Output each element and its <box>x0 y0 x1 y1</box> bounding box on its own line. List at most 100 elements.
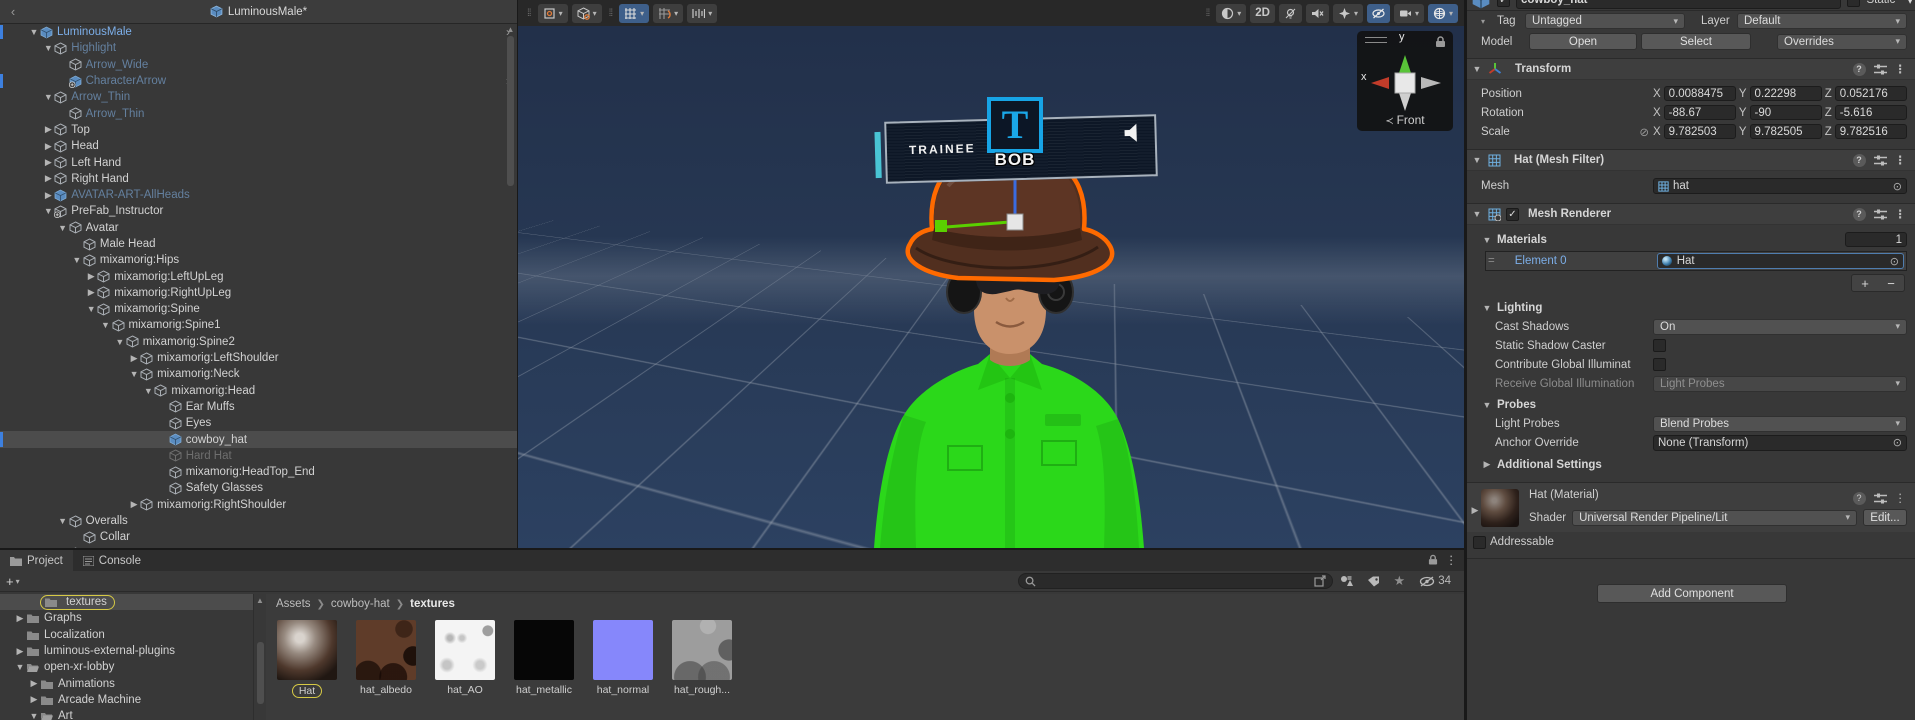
asset-thumbnail[interactable] <box>356 620 416 680</box>
scale-x-field[interactable]: 9.782503 <box>1664 124 1736 139</box>
presets-icon[interactable] <box>1874 209 1887 220</box>
foldout-arrow[interactable]: ▶ <box>28 678 40 689</box>
orientation-gizmo[interactable]: y x ≺ Front <box>1357 31 1453 131</box>
gizmo-x-axis[interactable] <box>1371 77 1389 89</box>
asset-thumbnail[interactable] <box>593 620 653 680</box>
hierarchy-row-male-head[interactable]: Male Head <box>0 236 517 252</box>
add-component-button[interactable]: Add Component <box>1597 584 1787 603</box>
constrain-proportions-icon[interactable]: ⊘ <box>1639 125 1649 139</box>
prefab-expand-arrow[interactable]: ▾ <box>1481 17 1493 26</box>
asset-hat-rough-[interactable]: hat_rough... <box>671 620 733 698</box>
hierarchy-row-hard-hat[interactable]: Hard Hat <box>0 448 517 464</box>
foldout-arrow[interactable]: ▼ <box>71 255 83 265</box>
foldout-arrow[interactable]: ▶ <box>85 287 97 298</box>
scale-z-field[interactable]: 9.782516 <box>1835 124 1907 139</box>
contribute-gi-checkbox[interactable] <box>1653 358 1666 371</box>
foldout-arrow[interactable]: ▶ <box>128 499 140 510</box>
additional-settings-foldout[interactable]: ▶ <box>1481 459 1493 470</box>
hierarchy-row-mixamorig-neck[interactable]: ▼mixamorig:Neck <box>0 366 517 382</box>
hierarchy-row-mixamorig-headtop-end[interactable]: mixamorig:HeadTop_End <box>0 464 517 480</box>
breadcrumb-cowboy-hat[interactable]: cowboy-hat <box>331 598 390 610</box>
materials-size-field[interactable]: 1 <box>1845 232 1907 247</box>
foldout-arrow[interactable]: ▼ <box>85 304 97 314</box>
presets-icon[interactable] <box>1874 493 1887 504</box>
snap-increment-button[interactable]: ▾ <box>687 4 717 23</box>
object-picker-icon[interactable]: ⊙ <box>1890 255 1899 268</box>
hierarchy-row-mixamorig-rightupleg[interactable]: ▶mixamorig:RightUpLeg <box>0 285 517 301</box>
drag-handle-icon[interactable]: = <box>1488 255 1495 267</box>
kebab-menu-icon[interactable]: ⋮ <box>1895 153 1908 167</box>
hierarchy-row-avatar[interactable]: ▼Avatar <box>0 220 517 236</box>
hidden-objects-button[interactable] <box>1367 4 1390 23</box>
position-z-field[interactable]: 0.052176 <box>1835 86 1907 101</box>
probes-foldout[interactable]: ▼ <box>1481 400 1493 410</box>
scroll-up-arrow[interactable]: ▲ <box>254 594 266 605</box>
button-2D[interactable]: 2D <box>1250 4 1275 23</box>
foldout-arrow[interactable]: ▶ <box>42 157 54 168</box>
asset-thumbnail[interactable] <box>435 620 495 680</box>
foldout-arrow[interactable]: ▼ <box>42 43 54 53</box>
gizmo-x-handle[interactable] <box>935 220 947 232</box>
project-folder-open-xr-lobby[interactable]: ▼open-xr-lobby <box>0 659 253 675</box>
project-folder-art[interactable]: ▼Art <box>0 708 253 720</box>
chevron-down-icon[interactable]: ▾ <box>640 9 644 18</box>
foldout-arrow[interactable]: ▶ <box>28 694 40 705</box>
add-material-button[interactable]: + <box>1852 275 1878 291</box>
active-checkbox[interactable]: ✓ <box>1497 0 1510 7</box>
scroll-up-arrow[interactable]: ▲ <box>504 25 517 34</box>
foldout-arrow[interactable]: ▼ <box>28 27 40 37</box>
hierarchy-row-mixamorig-spine[interactable]: ▼mixamorig:Spine <box>0 301 517 317</box>
hierarchy-row-safety-glasses[interactable]: Safety Glasses <box>0 480 517 496</box>
hierarchy-row-mixamorig-hips[interactable]: ▼mixamorig:Hips <box>0 252 517 268</box>
static-dropdown[interactable]: ▾ <box>1901 0 1915 8</box>
hierarchy-row-mixamorig-spine1[interactable]: ▼mixamorig:Spine1 <box>0 317 517 333</box>
addressable-checkbox[interactable] <box>1473 536 1486 549</box>
tool-handle-icon[interactable]: ⁞⁞ <box>524 8 534 19</box>
lock-icon[interactable] <box>1428 554 1438 566</box>
material-foldout[interactable]: ▶ <box>1469 505 1481 516</box>
mesh-filter-header[interactable]: ▼ Hat (Mesh Filter) ? ⋮ <box>1467 149 1915 171</box>
chevron-down-icon[interactable]: ▾ <box>708 9 712 18</box>
foldout-arrow[interactable]: ▼ <box>42 206 54 216</box>
overrides-dropdown[interactable]: Overrides▾ <box>1777 34 1907 50</box>
tag-dropdown[interactable]: Untagged▾ <box>1525 13 1685 29</box>
scene-viewport[interactable]: TRAINEE T BOB <box>518 26 1464 548</box>
hierarchy-row-mixamorig-leftshoulder[interactable]: ▶mixamorig:LeftShoulder <box>0 350 517 366</box>
chevron-down-icon[interactable]: ▾ <box>1354 9 1358 18</box>
foldout-arrow[interactable]: ▼ <box>128 369 140 379</box>
hierarchy-row-top[interactable]: ▶Top <box>0 122 517 138</box>
foldout-arrow[interactable]: ▼ <box>57 516 69 526</box>
foldout-arrow[interactable]: ▶ <box>42 124 54 135</box>
scrollbar-thumb[interactable] <box>257 642 264 704</box>
object-picker-icon[interactable]: ⊙ <box>1893 180 1902 193</box>
asset-hat-ao[interactable]: hat_AO <box>434 620 496 698</box>
hierarchy-row-luminousmale[interactable]: ▼LuminousMale› <box>0 24 517 40</box>
object-picker-icon[interactable]: ⊙ <box>1893 436 1902 449</box>
help-icon[interactable]: ? <box>1853 208 1866 221</box>
camera-button[interactable]: ▾ <box>1394 4 1424 23</box>
hierarchy-row-mixamorig-head[interactable]: ▼mixamorig:Head <box>0 383 517 399</box>
model-open-button[interactable]: Open <box>1529 33 1637 50</box>
presets-icon[interactable] <box>1874 64 1887 75</box>
foldout-arrow[interactable]: ▶ <box>42 190 54 201</box>
hierarchy-row-characterarrow[interactable]: CharacterArrow› <box>0 73 517 89</box>
foldout-arrow[interactable]: ▼ <box>57 223 69 233</box>
transform-header[interactable]: ▼ Transform ? ⋮ <box>1467 58 1915 80</box>
kebab-menu-icon[interactable]: ⋮ <box>1895 491 1908 505</box>
hierarchy-row-head[interactable]: ▶Head <box>0 138 517 154</box>
foldout-arrow[interactable]: ▼ <box>100 320 112 330</box>
gizmos-button[interactable]: ▾ <box>1428 4 1458 23</box>
breadcrumb-textures[interactable]: textures <box>410 598 455 610</box>
gizmo-down-axis[interactable] <box>1399 93 1411 111</box>
chevron-down-icon[interactable]: ▾ <box>559 9 563 18</box>
shader-edit-button[interactable]: Edit... <box>1863 509 1907 526</box>
hierarchy-row-overalls[interactable]: ▼Overalls <box>0 513 517 529</box>
foldout-arrow[interactable]: ▶ <box>128 353 140 364</box>
rotation-y-field[interactable]: -90 <box>1750 105 1822 120</box>
hierarchy-row-arrow-wide[interactable]: Arrow_Wide <box>0 57 517 73</box>
search-by-label-icon[interactable] <box>1360 576 1387 587</box>
asset-hat-albedo[interactable]: hat_albedo <box>355 620 417 698</box>
cast-shadows-dropdown[interactable]: On▾ <box>1653 319 1907 335</box>
hierarchy-row-mixamorig-leftupleg[interactable]: ▶mixamorig:LeftUpLeg <box>0 268 517 284</box>
project-folder-arcade-machine[interactable]: ▶Arcade Machine <box>0 692 253 708</box>
